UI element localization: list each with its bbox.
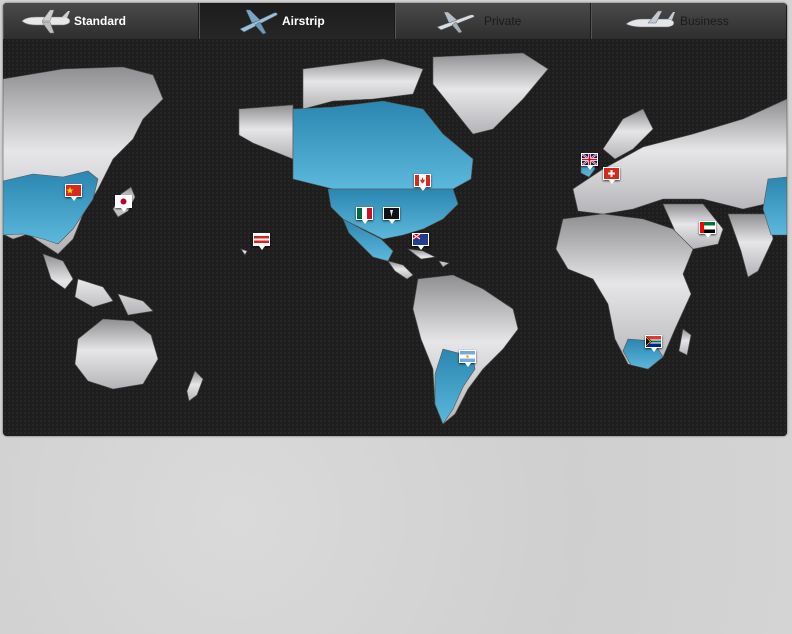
business-jet-icon xyxy=(625,10,675,28)
argentina-flag[interactable] xyxy=(459,350,476,367)
world-map xyxy=(3,39,787,436)
mexico-flag[interactable] xyxy=(356,207,373,224)
caribbean-islands xyxy=(406,248,450,268)
alaska-landmass xyxy=(238,104,294,160)
triangle-icon xyxy=(646,336,652,347)
caribbean-flag[interactable] xyxy=(412,233,429,250)
tab-label: Airstrip xyxy=(282,14,325,28)
canada-flag[interactable] xyxy=(414,174,431,191)
madagascar-landmass xyxy=(678,328,692,356)
central-america-landmass xyxy=(387,260,414,280)
tab-label: Business xyxy=(680,14,729,28)
tab-label: Standard xyxy=(74,14,127,28)
tab-bar: Standard Airstrip Private Business xyxy=(3,3,787,39)
south-africa-flag[interactable] xyxy=(645,335,662,352)
hawaii-flag[interactable] xyxy=(253,233,270,250)
sun-icon xyxy=(466,355,469,358)
tab-private[interactable]: Private xyxy=(395,3,591,39)
page-background xyxy=(0,436,792,634)
airliner-icon xyxy=(21,9,71,34)
tab-label: Private xyxy=(484,14,522,28)
china-flag[interactable] xyxy=(65,184,82,201)
africa-landmass xyxy=(555,213,694,370)
southeast-asia-islands xyxy=(42,253,154,316)
small-jet-icon xyxy=(239,9,278,35)
tab-standard[interactable]: Standard xyxy=(3,3,199,39)
map-panel: Standard Airstrip Private Business xyxy=(3,3,787,436)
world-map-svg xyxy=(3,52,787,425)
tab-business[interactable]: Business xyxy=(591,3,787,39)
canada-region xyxy=(292,100,474,190)
union-jack-icon xyxy=(582,154,597,165)
uk-flag[interactable] xyxy=(581,153,598,170)
union-jack-icon xyxy=(413,234,421,240)
japan-flag[interactable] xyxy=(115,195,132,212)
maple-leaf-icon xyxy=(420,177,425,184)
hawaii-landmass xyxy=(240,248,248,256)
black-flag[interactable] xyxy=(383,207,400,224)
star-icon xyxy=(66,187,74,194)
emblem-icon xyxy=(390,210,393,217)
india-landmass xyxy=(727,213,774,278)
private-jet-icon xyxy=(436,11,475,34)
switzerland-flag[interactable] xyxy=(603,167,620,184)
arctic-islands xyxy=(302,58,424,110)
cross-icon xyxy=(608,170,615,177)
uae-flag[interactable] xyxy=(699,221,716,238)
greenland-landmass xyxy=(432,52,549,135)
europe-landmass xyxy=(572,98,787,215)
circle-icon xyxy=(120,198,127,205)
tab-airstrip[interactable]: Airstrip xyxy=(199,3,395,39)
red-band-icon xyxy=(700,222,704,233)
china-region xyxy=(3,170,99,245)
australia-landmass xyxy=(74,318,159,390)
new-zealand-landmass xyxy=(186,370,204,402)
